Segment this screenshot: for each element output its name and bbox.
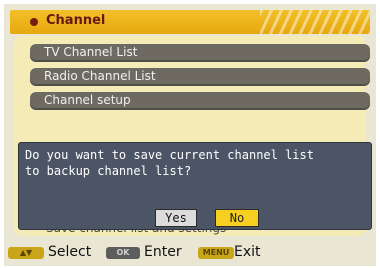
menu-item-channel-setup[interactable]: Channel setup	[30, 92, 370, 110]
bullet-icon	[30, 18, 38, 26]
menu-item-label: TV Channel List	[44, 45, 138, 59]
footer-help-bar: ▲▼ Select OK Enter MENU Exit	[4, 242, 376, 264]
enter-label: Enter	[144, 244, 182, 260]
menu-panel: TV Channel List Radio Channel List Chann…	[14, 36, 372, 236]
header-decoration	[260, 10, 370, 34]
confirm-dialog: Do you want to save current channel list…	[18, 142, 372, 230]
menu-item-label: Channel setup	[44, 93, 131, 107]
select-label: Select	[48, 244, 92, 260]
yes-button[interactable]: Yes	[155, 209, 197, 227]
exit-label: Exit	[234, 244, 261, 260]
menu-key-icon: MENU	[198, 247, 234, 259]
tv-screen: Channel TV Channel List Radio Channel Li…	[4, 4, 376, 266]
page-title: Channel	[46, 13, 106, 28]
menu-item-tv-channel-list[interactable]: TV Channel List	[30, 44, 370, 62]
select-key-icon: ▲▼	[8, 247, 44, 259]
no-button[interactable]: No	[215, 209, 259, 227]
menu-item-label: Radio Channel List	[44, 69, 156, 83]
ok-key-icon: OK	[106, 247, 140, 259]
header-bar: Channel	[10, 10, 370, 34]
dialog-message: Do you want to save current channel list…	[25, 148, 314, 178]
menu-item-radio-channel-list[interactable]: Radio Channel List	[30, 68, 370, 86]
